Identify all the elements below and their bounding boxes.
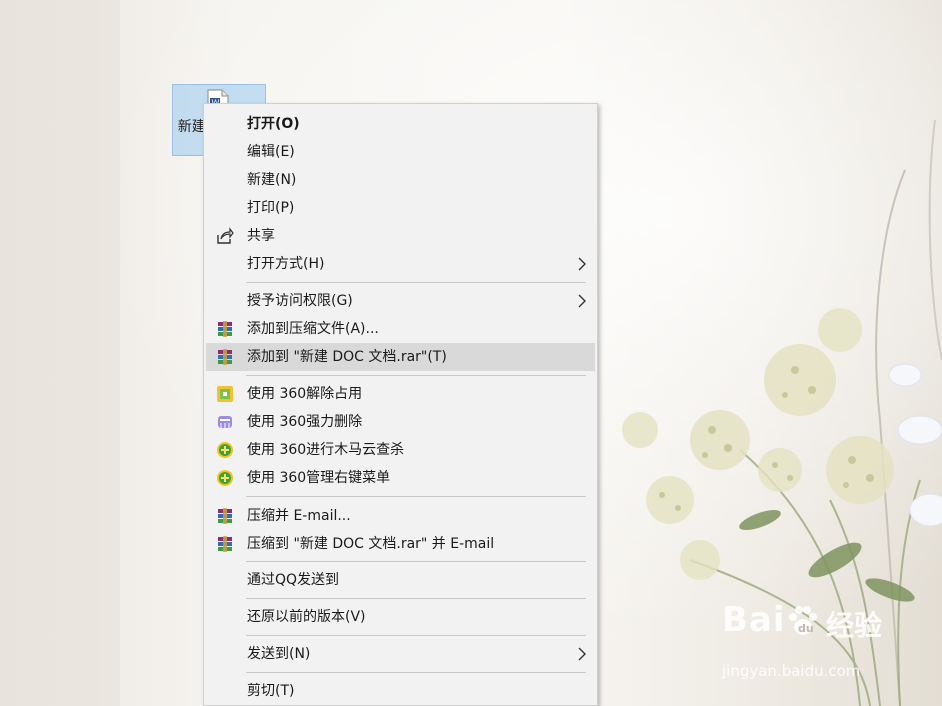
winrar-icon bbox=[218, 349, 232, 365]
menu-item-label: 发送到(N) bbox=[247, 646, 311, 662]
menu-item-360-scan[interactable]: 使用 360进行木马云查杀 bbox=[206, 436, 595, 464]
menu-item-send-to[interactable]: 发送到(N) bbox=[206, 640, 595, 668]
menu-item-open[interactable]: 打开(O) bbox=[206, 110, 595, 138]
watermark-url: jingyan.baidu.com bbox=[722, 662, 861, 680]
menu-item-label: 打印(P) bbox=[247, 200, 295, 216]
menu-item-compress-email[interactable]: 压缩并 E-mail... bbox=[206, 502, 595, 530]
menu-item-new[interactable]: 新建(N) bbox=[206, 166, 595, 194]
menu-item-compress-rar-email[interactable]: 压缩到 "新建 DOC 文档.rar" 并 E-mail bbox=[206, 530, 595, 558]
context-menu: 打开(O) 编辑(E) 新建(N) 打印(P) 共享 打开方式(H) 授予访问权… bbox=[203, 103, 598, 706]
menu-item-grant-access[interactable]: 授予访问权限(G) bbox=[206, 287, 595, 315]
menu-separator bbox=[246, 672, 586, 673]
360-unlock-icon bbox=[217, 386, 233, 402]
menu-item-label: 授予访问权限(G) bbox=[247, 293, 353, 309]
menu-item-360-force-delete[interactable]: 使用 360强力删除 bbox=[206, 408, 595, 436]
menu-item-open-with[interactable]: 打开方式(H) bbox=[206, 250, 595, 278]
paw-icon: du bbox=[789, 606, 817, 635]
chevron-right-icon bbox=[578, 294, 586, 308]
watermark-sub: 经验 bbox=[826, 609, 883, 642]
menu-item-print[interactable]: 打印(P) bbox=[206, 194, 595, 222]
winrar-icon bbox=[218, 536, 232, 552]
menu-item-360-manage[interactable]: 使用 360管理右键菜单 bbox=[206, 464, 595, 492]
menu-item-label: 新建(N) bbox=[247, 172, 297, 188]
menu-item-label: 添加到压缩文件(A)... bbox=[247, 321, 379, 337]
menu-item-edit[interactable]: 编辑(E) bbox=[206, 138, 595, 166]
baidu-jingyan-watermark: Bai du 经验 jingyan.baidu.com bbox=[722, 600, 932, 690]
menu-separator bbox=[246, 375, 586, 376]
watermark-brand: Bai bbox=[722, 600, 786, 640]
chevron-right-icon bbox=[578, 647, 586, 661]
menu-item-label: 添加到 "新建 DOC 文档.rar"(T) bbox=[247, 349, 447, 365]
360-shredder-icon bbox=[218, 416, 232, 428]
360-plus-icon bbox=[217, 470, 233, 486]
menu-item-label: 打开(O) bbox=[247, 116, 300, 132]
menu-item-label: 使用 360强力删除 bbox=[247, 414, 363, 430]
menu-item-label: 使用 360管理右键菜单 bbox=[247, 470, 391, 486]
menu-separator bbox=[246, 598, 586, 599]
chevron-right-icon bbox=[578, 257, 586, 271]
menu-item-label: 通过QQ发送到 bbox=[247, 572, 340, 588]
menu-item-restore-versions[interactable]: 还原以前的版本(V) bbox=[206, 603, 595, 631]
menu-item-label: 还原以前的版本(V) bbox=[247, 609, 366, 625]
menu-item-add-to-rar[interactable]: 添加到 "新建 DOC 文档.rar"(T) bbox=[206, 343, 595, 371]
svg-text:du: du bbox=[798, 622, 814, 635]
winrar-icon bbox=[218, 508, 232, 524]
menu-separator bbox=[246, 561, 586, 562]
menu-item-send-qq[interactable]: 通过QQ发送到 bbox=[206, 566, 595, 594]
menu-item-label: 压缩到 "新建 DOC 文档.rar" 并 E-mail bbox=[247, 536, 495, 552]
menu-item-label: 使用 360进行木马云查杀 bbox=[247, 442, 405, 458]
menu-item-label: 剪切(T) bbox=[247, 683, 295, 699]
menu-item-label: 打开方式(H) bbox=[247, 256, 325, 272]
menu-item-label: 共享 bbox=[247, 228, 275, 244]
menu-item-label: 编辑(E) bbox=[247, 144, 295, 160]
share-icon bbox=[217, 227, 234, 244]
menu-item-share[interactable]: 共享 bbox=[206, 222, 595, 250]
menu-item-add-archive[interactable]: 添加到压缩文件(A)... bbox=[206, 315, 595, 343]
winrar-icon bbox=[218, 321, 232, 337]
menu-item-label: 压缩并 E-mail... bbox=[247, 508, 351, 524]
menu-item-label: 使用 360解除占用 bbox=[247, 386, 363, 402]
menu-separator bbox=[246, 496, 586, 497]
menu-separator bbox=[246, 282, 586, 283]
menu-item-cut[interactable]: 剪切(T) bbox=[206, 677, 595, 705]
360-plus-icon bbox=[217, 442, 233, 458]
menu-item-360-unlock[interactable]: 使用 360解除占用 bbox=[206, 380, 595, 408]
menu-separator bbox=[246, 635, 586, 636]
